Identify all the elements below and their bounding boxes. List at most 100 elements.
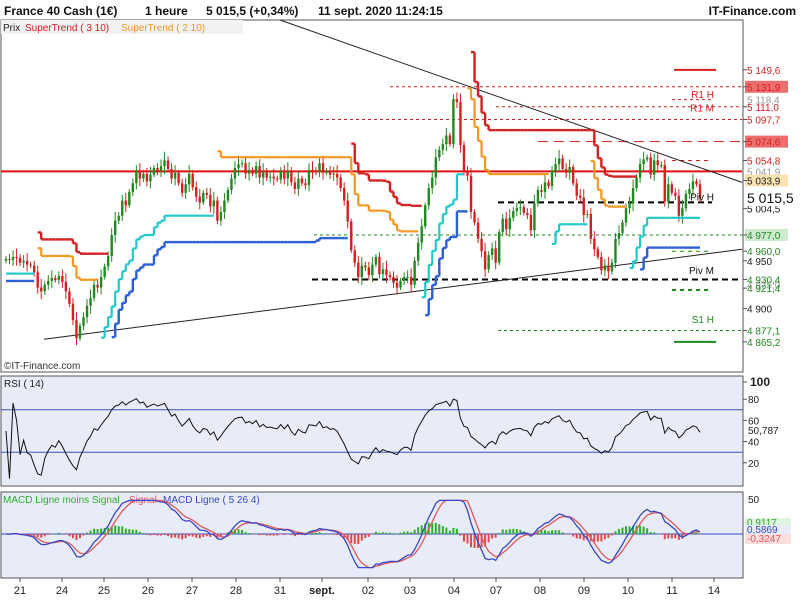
- candle-body: [653, 160, 656, 175]
- candle-body: [180, 183, 184, 193]
- candle-body: [103, 266, 106, 278]
- macd-histogram-bar: [198, 534, 201, 539]
- candle-body: [244, 163, 247, 174]
- macd-histogram-bar: [600, 534, 603, 542]
- candle-body: [452, 99, 455, 145]
- candle-body: [350, 221, 353, 251]
- macd-histogram-bar: [462, 534, 465, 542]
- price-panel-frame: [0, 19, 744, 373]
- candle-body: [8, 258, 11, 260]
- candle-body: [381, 269, 385, 275]
- candle-body: [691, 181, 695, 190]
- candle-body: [159, 166, 163, 171]
- candle-body: [441, 144, 445, 150]
- macd-histogram-bar: [265, 534, 268, 536]
- candle-body: [547, 182, 550, 187]
- macd-histogram-bar: [558, 530, 561, 534]
- candle-body: [579, 195, 582, 198]
- macd-histogram-bar: [491, 534, 494, 539]
- macd-histogram-bar: [367, 534, 370, 537]
- candle-body: [550, 170, 554, 187]
- candle-body: [321, 163, 325, 173]
- macd-histogram-bar: [360, 534, 363, 541]
- macd-histogram-bar: [332, 534, 335, 535]
- price-axis-label: 4 950: [747, 257, 772, 268]
- macd-histogram-bar: [78, 534, 81, 539]
- candle-body: [43, 284, 46, 292]
- macd-histogram-bar: [160, 534, 163, 536]
- candle-body: [427, 188, 430, 206]
- candle-body: [128, 191, 131, 206]
- macd-histogram-bar: [452, 527, 455, 534]
- macd-histogram-bar: [121, 526, 124, 534]
- macd-histogram-bar: [61, 533, 64, 534]
- macd-histogram-bar: [575, 534, 578, 539]
- candle-body: [364, 265, 367, 268]
- candle-body: [533, 203, 536, 231]
- candle-body: [519, 207, 522, 209]
- x-axis-label: 04: [448, 585, 460, 597]
- candle-body: [223, 200, 226, 212]
- candle-body: [603, 265, 607, 271]
- candle-body: [110, 234, 113, 256]
- macd-histogram-bar: [699, 534, 701, 535]
- candle-body: [459, 102, 462, 146]
- macd-histogram-bar: [241, 529, 244, 534]
- macd-histogram-bar: [554, 530, 557, 534]
- candle-body: [406, 277, 409, 279]
- macd-histogram-bar: [603, 534, 606, 540]
- candle-body: [92, 284, 96, 299]
- macd-histogram-bar: [505, 529, 508, 534]
- macd-histogram-bar: [322, 533, 325, 534]
- price-axis-label: 5 033,9: [747, 177, 781, 188]
- macd-histogram-bar: [71, 534, 74, 539]
- candle-body: [85, 305, 89, 318]
- macd-histogram-bar: [385, 532, 388, 534]
- candle-body: [219, 212, 223, 221]
- macd-histogram-bar: [543, 530, 546, 534]
- candle-body: [258, 166, 261, 178]
- price-axis-label: 5 054,8: [747, 157, 781, 168]
- candle-body: [656, 160, 659, 166]
- candle-body: [307, 169, 311, 186]
- macd-histogram-bar: [188, 534, 191, 537]
- x-axis-label: 27: [186, 585, 198, 597]
- macd-histogram-bar: [286, 534, 289, 535]
- candle-body: [254, 166, 258, 174]
- candle-body: [416, 242, 420, 261]
- candle-body: [645, 157, 649, 160]
- macd-histogram-bar: [272, 534, 275, 536]
- macd-histogram-bar: [441, 526, 444, 534]
- x-axis-label: 24: [56, 585, 68, 597]
- macd-histogram-bar: [607, 534, 610, 538]
- macd-histogram-bar: [695, 532, 698, 534]
- candle-body: [557, 158, 561, 165]
- candle-body: [240, 163, 244, 165]
- candle-body: [540, 190, 543, 192]
- candle-body: [216, 200, 219, 221]
- macd-panel: MACD Ligne moins Signal Signal MACD Lign…: [0, 491, 791, 579]
- x-axis-label: 08: [534, 585, 546, 597]
- macd-histogram-bar: [131, 529, 134, 534]
- macd-histogram-bar: [142, 532, 145, 534]
- candle-body: [32, 265, 36, 273]
- candle-body: [82, 317, 85, 326]
- macd-histogram-bar: [381, 532, 384, 534]
- candle-body: [332, 173, 335, 175]
- pivot-label: R1 H: [691, 90, 714, 101]
- candle-body: [124, 200, 127, 206]
- candle-body: [237, 164, 240, 168]
- candle-body: [582, 197, 585, 215]
- candle-body: [149, 174, 152, 182]
- macd-histogram-bar: [388, 532, 391, 534]
- candle-body: [145, 173, 149, 182]
- macd-histogram-bar: [663, 534, 666, 540]
- macd-histogram-bar: [470, 534, 473, 548]
- macd-histogram-bar: [325, 533, 328, 535]
- macd-histogram-bar: [57, 532, 60, 534]
- macd-histogram-bar: [43, 534, 46, 537]
- macd-histogram-bar: [40, 534, 43, 538]
- price-axis-label: 4 921,4: [747, 284, 781, 295]
- x-axis-label: 28: [230, 585, 242, 597]
- macd-histogram-bar: [149, 534, 152, 536]
